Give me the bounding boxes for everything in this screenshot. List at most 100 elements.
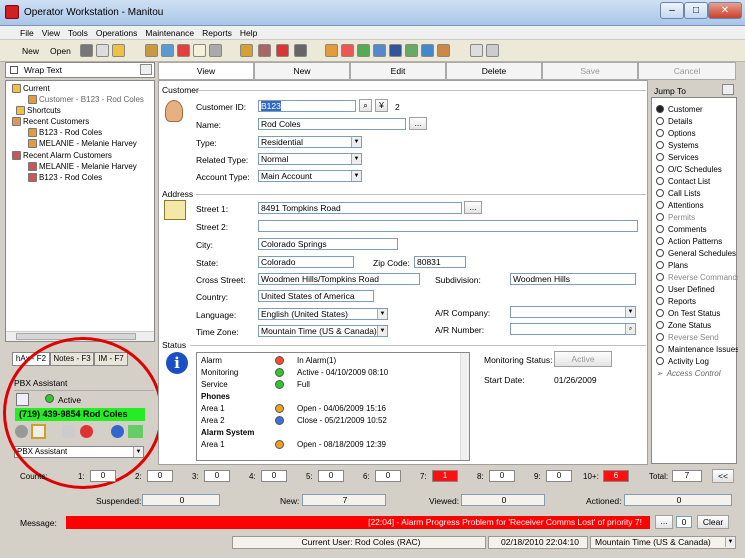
house-alert-icon[interactable]	[341, 44, 354, 57]
zip-input[interactable]: 80831	[414, 256, 466, 268]
monitoring-status-button[interactable]: Active	[554, 351, 612, 367]
chevron-down-icon[interactable]: ▼	[377, 309, 387, 319]
jump-item-systems[interactable]: Systems	[656, 141, 738, 153]
toolbar-open-button[interactable]: Open	[50, 46, 71, 56]
cancel-alarm-icon[interactable]	[276, 44, 289, 57]
chevron-down-icon[interactable]: ▼	[725, 537, 735, 547]
report-icon[interactable]	[209, 44, 222, 57]
house-icon[interactable]	[325, 44, 338, 57]
search-icon[interactable]: ⌕	[625, 324, 635, 334]
jump-item-call-lists[interactable]: Call Lists	[656, 189, 738, 201]
jump-item-contact-list[interactable]: Contact List	[656, 177, 738, 189]
house-check-icon[interactable]	[357, 44, 370, 57]
gear-icon[interactable]	[389, 44, 402, 57]
tree-item-recent-customer[interactable]: B123 - Rod Coles	[28, 128, 102, 138]
tree-item-shortcuts[interactable]: Shortcuts	[16, 106, 61, 116]
save-icon[interactable]	[80, 44, 93, 57]
maximize-button[interactable]: □	[684, 2, 708, 19]
related-type-select[interactable]: Normal ▼	[258, 153, 362, 165]
alarm-icon[interactable]	[177, 44, 190, 57]
tree-item-current-customer[interactable]: Customer - B123 - Rod Coles	[28, 95, 144, 105]
notes-icon[interactable]	[486, 44, 499, 57]
chevron-down-icon[interactable]: ▼	[625, 307, 635, 317]
chevron-down-icon[interactable]: ▼	[351, 137, 361, 147]
jump-item-general-schedules[interactable]: General Schedules	[656, 249, 738, 261]
customer-id-input[interactable]: B123	[258, 100, 356, 112]
agent-icon[interactable]	[405, 44, 418, 57]
chevron-down-icon[interactable]: ▼	[351, 171, 361, 181]
menu-file[interactable]: File	[16, 26, 38, 38]
jump-item-permits[interactable]: Permits	[656, 213, 738, 225]
print-icon[interactable]	[96, 44, 109, 57]
jump-item-reverse-send[interactable]: Reverse Send	[656, 333, 738, 345]
street1-input[interactable]: 8491 Tompkins Road	[258, 202, 462, 214]
menu-operations[interactable]: Operations	[92, 26, 142, 38]
address-ellipsis-button[interactable]: ...	[464, 201, 482, 214]
dispatch-icon[interactable]	[373, 44, 386, 57]
menu-maintenance[interactable]: Maintenance	[141, 26, 198, 38]
tree-item-current[interactable]: Current	[12, 84, 50, 94]
type-select[interactable]: Residential ▼	[258, 136, 362, 148]
jump-item-on-test-status[interactable]: On Test Status	[656, 309, 738, 321]
jump-item-zone-status[interactable]: Zone Status	[656, 321, 738, 333]
view-button[interactable]: View	[158, 62, 254, 80]
tree-item-recent-customers[interactable]: Recent Customers	[12, 117, 89, 127]
timezone-select[interactable]: Mountain Time (US & Canada) ▼	[258, 325, 388, 337]
edit-button[interactable]: Edit	[350, 62, 446, 80]
name-input[interactable]: Rod Coles	[258, 118, 406, 130]
tree-item-recent-alarm-customers[interactable]: Recent Alarm Customers	[12, 151, 112, 161]
jump-item-details[interactable]: Details	[656, 117, 738, 129]
globe-icon[interactable]	[421, 44, 434, 57]
status-scrollbar[interactable]	[460, 353, 469, 460]
timezone-status[interactable]: Mountain Time (US & Canada) ▼	[590, 536, 736, 549]
jump-item-user-defined[interactable]: User Defined	[656, 285, 738, 297]
menu-help[interactable]: Help	[236, 26, 261, 38]
tree-item-recent-alarm-customer[interactable]: MELANIE - Melanie Harvey	[28, 162, 137, 172]
name-ellipsis-button[interactable]: ...	[409, 117, 427, 130]
people-icon[interactable]	[161, 44, 174, 57]
pin-icon[interactable]	[722, 84, 734, 95]
menu-view[interactable]: View	[38, 26, 64, 38]
jump-item-customer[interactable]: Customer	[656, 105, 738, 117]
jump-item-comments[interactable]: Comments	[656, 225, 738, 237]
alarm-message[interactable]: [22:04] - Alarm Progress Problem for 'Re…	[66, 516, 650, 529]
save-button[interactable]: Save	[542, 62, 638, 80]
jump-item-services[interactable]: Services	[656, 153, 738, 165]
delete-button[interactable]: Delete	[446, 62, 542, 80]
jump-item-action-patterns[interactable]: Action Patterns	[656, 237, 738, 249]
pin-icon[interactable]	[140, 64, 152, 75]
wrap-text-checkbox[interactable]	[10, 66, 18, 74]
ar-number-input[interactable]: ⌕	[510, 323, 636, 335]
new-button[interactable]: New	[254, 62, 350, 80]
jump-item-maintenance-issues[interactable]: Maintenance Issues	[656, 345, 738, 357]
list-icon[interactable]	[470, 44, 483, 57]
street2-input[interactable]	[258, 220, 638, 232]
cancel-button[interactable]: Cancel	[638, 62, 736, 80]
account-type-select[interactable]: Main Account ▼	[258, 170, 362, 182]
menu-tools[interactable]: Tools	[64, 26, 92, 38]
document-icon[interactable]	[193, 44, 206, 57]
jump-item-activity-log[interactable]: Activity Log	[656, 357, 738, 369]
jump-item-reports[interactable]: Reports	[656, 297, 738, 309]
search-icon[interactable]: ⌕	[359, 99, 372, 112]
collapse-counts-button[interactable]: <<	[712, 469, 734, 483]
box-icon[interactable]	[240, 44, 253, 57]
subdivision-input[interactable]: Woodmen Hills	[510, 273, 636, 285]
message-ellipsis-button[interactable]: ...	[655, 515, 673, 529]
jump-item-attentions[interactable]: Attentions	[656, 201, 738, 213]
state-input[interactable]: Colorado	[258, 256, 354, 268]
city-input[interactable]: Colorado Springs	[258, 238, 398, 250]
minimize-button[interactable]: –	[660, 2, 684, 19]
chevron-down-icon[interactable]: ▼	[377, 326, 387, 336]
close-button[interactable]: ✕	[708, 2, 742, 19]
person-lookup-icon[interactable]: ¥	[375, 99, 388, 112]
jump-item-access-control[interactable]: ➢ Access Control	[656, 369, 738, 381]
jump-item-reverse-commands[interactable]: Reverse Commands	[656, 273, 738, 285]
chevron-down-icon[interactable]: ▼	[351, 154, 361, 164]
jump-item-options[interactable]: Options	[656, 129, 738, 141]
toolbar-new-button[interactable]: New	[22, 46, 39, 56]
mail-icon[interactable]	[437, 44, 450, 57]
menu-reports[interactable]: Reports	[198, 26, 236, 38]
folder-icon[interactable]	[112, 44, 125, 57]
country-input[interactable]: United States of America	[258, 290, 374, 302]
